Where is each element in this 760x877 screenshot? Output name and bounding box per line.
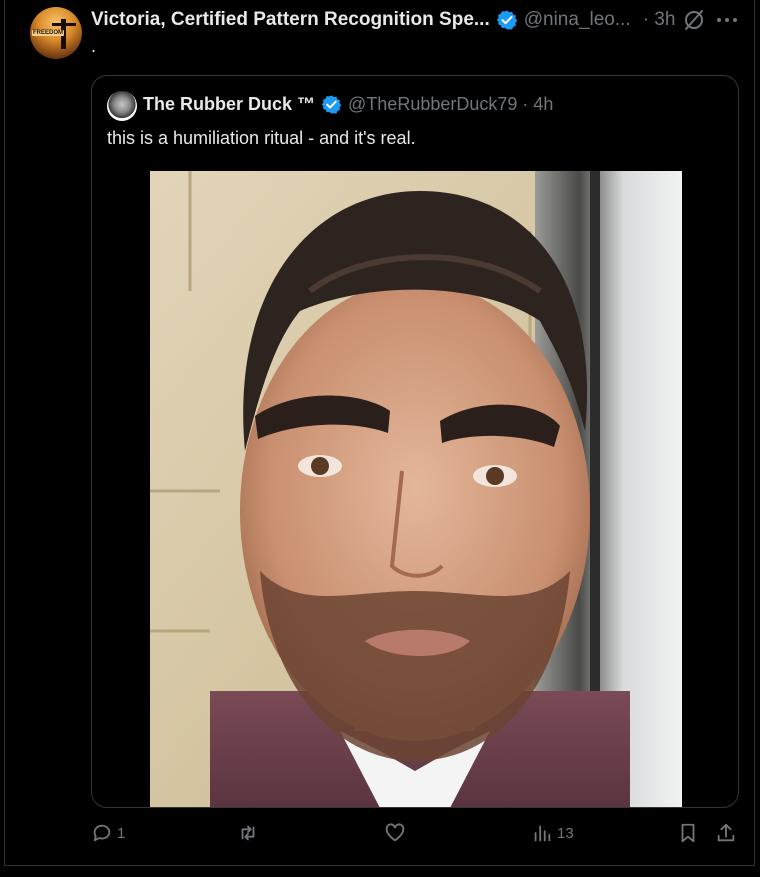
- reply-button[interactable]: 1: [91, 822, 125, 844]
- post-text: .: [91, 36, 97, 56]
- author-handle[interactable]: @nina_leo...: [524, 9, 631, 31]
- quoted-author-avatar[interactable]: [107, 91, 137, 121]
- media-illustration: [150, 171, 682, 807]
- quoted-media-image[interactable]: [150, 171, 682, 807]
- tweet-header: Victoria, Certified Pattern Recognition …: [91, 8, 675, 32]
- avatar-label: FREEDOM: [32, 30, 64, 36]
- views-count: 13: [557, 824, 574, 842]
- reply-count: 1: [117, 824, 126, 842]
- verified-badge-icon: [496, 10, 517, 30]
- quoted-tweet[interactable]: The Rubber Duck ™ @TheRubberDuck79 · 4h …: [91, 75, 739, 808]
- views-icon: [534, 825, 551, 842]
- verified-badge-icon: [321, 95, 342, 114]
- quoted-author-handle[interactable]: @TheRubberDuck79 · 4h: [348, 94, 553, 115]
- reply-icon: [93, 824, 111, 842]
- quoted-tweet-header: The Rubber Duck ™ @TheRubberDuck79 · 4h: [143, 94, 553, 115]
- share-icon: [717, 823, 735, 842]
- bookmark-button[interactable]: [677, 822, 699, 844]
- more-icon[interactable]: [715, 12, 739, 28]
- quoted-author-display-name[interactable]: The Rubber Duck ™: [143, 94, 315, 115]
- share-button[interactable]: [715, 822, 737, 844]
- tweet-card[interactable]: FREEDOM Victoria, Certified Pattern Reco…: [4, 0, 755, 866]
- author-display-name[interactable]: Victoria, Certified Pattern Recognition …: [91, 9, 490, 31]
- retweet-button[interactable]: [237, 822, 263, 844]
- author-avatar[interactable]: FREEDOM: [30, 7, 82, 59]
- views-button[interactable]: 13: [531, 822, 574, 844]
- grok-icon[interactable]: [682, 8, 706, 32]
- quoted-tweet-text: this is a humiliation ritual - and it's …: [107, 128, 416, 148]
- post-timestamp[interactable]: · 3h: [643, 9, 676, 31]
- retweet-icon: [241, 825, 255, 841]
- bookmark-icon: [681, 823, 695, 843]
- like-icon: [385, 823, 405, 842]
- tweet-actions: 1 13: [91, 822, 741, 852]
- like-button[interactable]: [384, 822, 410, 844]
